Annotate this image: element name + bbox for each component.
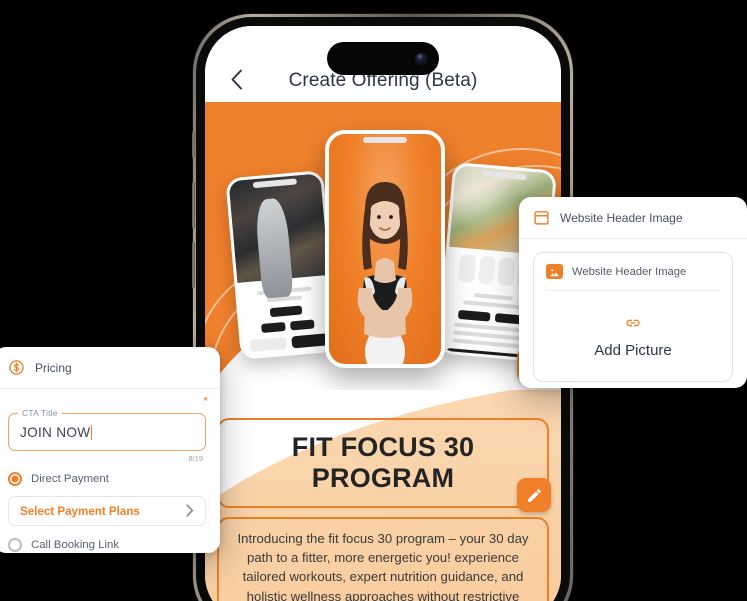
panel-header: Pricing (0, 347, 220, 389)
mock-button (290, 333, 329, 349)
dropzone-label-row: Website Header Image (546, 264, 720, 279)
mock-chip-row (248, 318, 326, 334)
window-header-icon (534, 211, 549, 225)
offering-description: Introducing the fit focus 30 program – y… (237, 531, 529, 601)
header-image-dropzone[interactable]: Website Header Image Add Picture (533, 252, 733, 382)
mock-macro-cell (477, 255, 496, 285)
phone-bezel: Create Offering (Beta) FIT FOCUS 30 PROG… (196, 17, 570, 601)
screenshot-stage: Create Offering (Beta) FIT FOCUS 30 PROG… (0, 0, 747, 601)
edit-title-button[interactable] (517, 478, 551, 513)
link-icon (546, 314, 720, 337)
trainer-illustration (357, 182, 413, 364)
offering-title: FIT FOCUS 30 PROGRAM (291, 432, 475, 494)
pricing-body: * CTA Title JOIN NOW 8/19 Direct Payment… (0, 389, 220, 552)
link-glyph (626, 319, 640, 327)
mock-chip (289, 319, 315, 331)
panel-title: Pricing (35, 360, 72, 375)
character-counter: 8/19 (188, 454, 203, 463)
text-caret (91, 424, 93, 440)
hero-image (205, 102, 561, 390)
mockup-phone-trainer (325, 130, 445, 368)
volume-down-button[interactable] (192, 242, 195, 288)
image-glyph (550, 269, 559, 277)
mock-chip (269, 305, 303, 318)
dollar-circle-icon (9, 360, 24, 375)
option-call-booking-link[interactable]: Call Booking Link (8, 538, 206, 552)
phone-device-frame: Create Offering (Beta) FIT FOCUS 30 PROG… (192, 14, 574, 601)
radio-icon-selected[interactable] (8, 472, 22, 486)
image-icon (546, 264, 563, 279)
panel-title: Website Header Image (560, 210, 683, 225)
pencil-icon (527, 488, 541, 502)
mock-trainer-photo (329, 134, 441, 364)
mock-chip-row (247, 304, 325, 320)
mock-macro-cell (497, 257, 515, 287)
front-camera-icon (415, 52, 428, 65)
add-picture-action[interactable]: Add Picture (546, 314, 720, 359)
mock-notch (363, 137, 407, 143)
mock-chip (260, 322, 286, 334)
select-payment-plans-button[interactable]: Select Payment Plans (8, 496, 206, 526)
option-label: Direct Payment (31, 473, 109, 485)
mock-button (249, 337, 287, 353)
mock-macro-cell (458, 253, 477, 283)
offering-content: FIT FOCUS 30 PROGRAM Introducing the fit… (205, 390, 561, 601)
required-marker: * (203, 394, 208, 408)
volume-up-button[interactable] (192, 182, 195, 228)
pricing-panel: Pricing * CTA Title JOIN NOW 8/19 Direct… (0, 347, 220, 553)
silence-switch[interactable] (192, 132, 195, 158)
mockup-phone-workout (225, 170, 339, 360)
option-direct-payment[interactable]: Direct Payment (8, 472, 206, 486)
website-header-image-panel: Website Header Image Website Header Imag… (519, 197, 747, 388)
offering-title-card: FIT FOCUS 30 PROGRAM (217, 418, 551, 513)
mock-chip (457, 309, 491, 322)
cta-title-label: CTA Title (18, 408, 62, 418)
option-label: Call Booking Link (31, 539, 120, 551)
mock-gym-photo (228, 173, 330, 284)
select-payment-plans-label: Select Payment Plans (20, 504, 140, 518)
divider (546, 290, 720, 291)
cta-title-value: JOIN NOW (20, 424, 91, 440)
mock-button-row (249, 333, 329, 353)
radio-icon-unselected[interactable] (8, 538, 22, 552)
add-picture-label: Add Picture (594, 342, 672, 359)
panel-header: Website Header Image (519, 197, 747, 239)
phone-screen: Create Offering (Beta) FIT FOCUS 30 PROG… (205, 26, 561, 601)
cta-title-input[interactable]: CTA Title JOIN NOW (8, 408, 206, 451)
chevron-left-icon (231, 69, 242, 89)
dropzone-label: Website Header Image (572, 265, 687, 278)
mock-text-line (463, 300, 524, 310)
back-button[interactable] (223, 66, 249, 92)
mock-text-line (474, 292, 513, 301)
offering-description-card: Introducing the fit focus 30 program – y… (217, 517, 549, 601)
dynamic-island (327, 42, 439, 75)
chevron-right-glyph (186, 503, 194, 517)
chevron-right-icon (186, 503, 194, 519)
